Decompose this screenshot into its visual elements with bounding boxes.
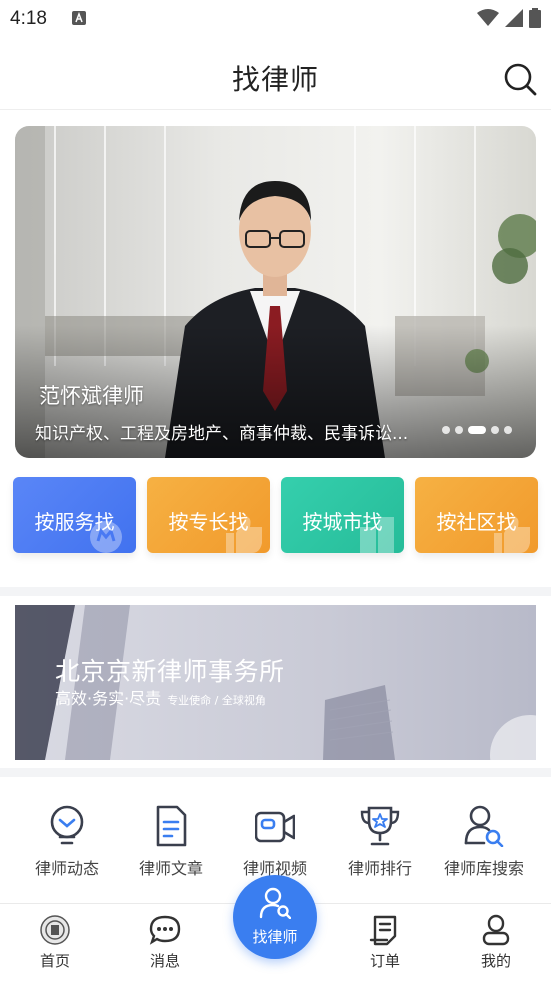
feature-label: 律师排行 — [347, 859, 412, 878]
carousel-dot-active — [468, 426, 486, 434]
lawyer-videos-item[interactable]: 律师视频 — [220, 800, 330, 880]
law-firm-tagline: 专业使命 / 全球视角 — [167, 694, 266, 707]
home-emblem-icon — [40, 915, 70, 945]
law-firm-slogan-text: 高效·务实·尽责 — [55, 689, 162, 708]
document-icon — [156, 805, 187, 847]
bulb-icon — [50, 805, 84, 845]
section-divider — [0, 768, 551, 777]
carousel-indicator — [442, 426, 512, 434]
system-icons — [477, 8, 541, 28]
lawyer-search-item[interactable]: 律师库搜索 — [428, 800, 540, 880]
tab-find-lawyer[interactable]: 找律师 — [233, 875, 317, 959]
lawyer-ranking-item[interactable]: 律师排行 — [325, 800, 435, 880]
search-icon[interactable] — [503, 62, 537, 96]
feature-label: 律师动态 — [34, 859, 99, 878]
tab-profile[interactable]: 我的 — [441, 904, 551, 982]
section-divider — [0, 587, 551, 596]
lawyer-banner[interactable]: 范怀斌律师 知识产权、工程及房地产、商事仲裁、民事诉讼... — [15, 126, 536, 458]
signal-icon — [505, 9, 523, 27]
tab-label: 首页 — [39, 952, 70, 970]
tab-messages[interactable]: 消息 — [110, 904, 220, 982]
message-icon — [149, 915, 181, 945]
law-firm-slogan: 高效·务实·尽责 专业使命 / 全球视角 — [55, 685, 266, 709]
app-header: 找律师 — [0, 38, 551, 110]
find-by-community-button[interactable]: 按社区找 — [415, 477, 538, 553]
lawyer-specialties: 知识产权、工程及房地产、商事仲裁、民事诉讼... — [35, 424, 409, 444]
profile-icon — [482, 914, 510, 946]
feature-label: 律师库搜索 — [443, 859, 524, 878]
find-by-city-button[interactable]: 按城市找 — [281, 477, 404, 553]
lawyer-name: 范怀斌律师 — [39, 384, 144, 408]
service-badge-icon — [90, 521, 122, 553]
carousel-dot — [442, 426, 450, 434]
carousel-dot — [455, 426, 463, 434]
carousel-dot — [491, 426, 499, 434]
carousel-dot — [504, 426, 512, 434]
lawyer-news-item[interactable]: 律师动态 — [12, 800, 122, 880]
accessibility-icon — [72, 11, 86, 25]
user-search-icon — [464, 805, 504, 847]
status-bar: 4:18 — [0, 0, 551, 38]
trophy-icon — [360, 806, 400, 846]
tab-label: 找律师 — [252, 928, 298, 946]
thumbs-up-icon — [494, 517, 530, 553]
wifi-icon — [477, 9, 499, 26]
thumbs-up-icon — [226, 517, 262, 553]
law-firm-name: 北京京新律师事务所 — [55, 657, 285, 686]
tab-label: 消息 — [149, 952, 180, 970]
tab-home[interactable]: 首页 — [0, 904, 110, 982]
find-by-service-button[interactable]: 按服务找 — [13, 477, 136, 553]
tab-orders[interactable]: 订单 — [330, 904, 440, 982]
feature-label: 律师文章 — [138, 859, 203, 878]
building-icon — [360, 517, 394, 553]
lawyer-articles-item[interactable]: 律师文章 — [116, 800, 226, 880]
page-title: 找律师 — [231, 63, 319, 96]
tab-label: 我的 — [480, 952, 511, 970]
find-lawyer-icon — [259, 887, 291, 919]
law-firm-banner[interactable]: 北京京新律师事务所 高效·务实·尽责 专业使命 / 全球视角 — [15, 605, 536, 760]
video-icon — [255, 811, 295, 843]
tab-label: 订单 — [369, 952, 400, 970]
find-by-expertise-button[interactable]: 按专长找 — [147, 477, 270, 553]
status-time: 4:18 — [10, 8, 47, 29]
order-icon — [369, 915, 397, 946]
battery-icon — [529, 8, 541, 28]
